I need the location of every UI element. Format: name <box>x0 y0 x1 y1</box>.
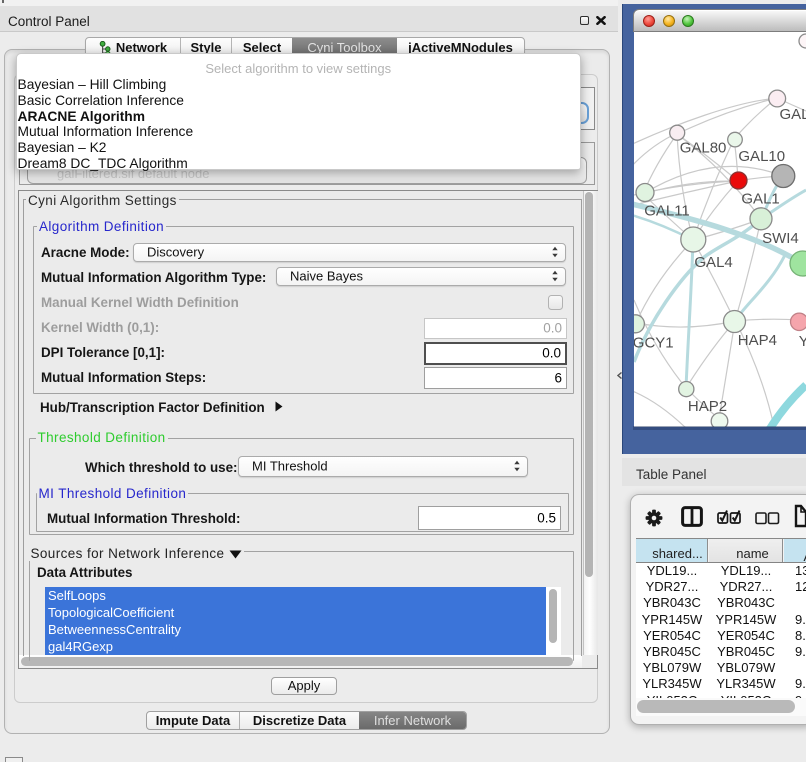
svg-text:GAL10: GAL10 <box>738 148 785 165</box>
svg-text:GAL4: GAL4 <box>694 254 732 271</box>
svg-text:HAP4: HAP4 <box>738 332 777 349</box>
svg-text:HAP2: HAP2 <box>688 398 727 415</box>
svg-text:SWI4: SWI4 <box>762 230 799 247</box>
svg-text:GAL1: GAL1 <box>741 191 779 208</box>
svg-text:GAL11: GAL11 <box>644 203 690 220</box>
svg-text:GAL7: GAL7 <box>780 106 806 123</box>
svg-text:YIL: YIL <box>799 333 806 350</box>
svg-text:GAL80: GAL80 <box>680 139 727 156</box>
svg-text:GCY1: GCY1 <box>634 334 674 351</box>
